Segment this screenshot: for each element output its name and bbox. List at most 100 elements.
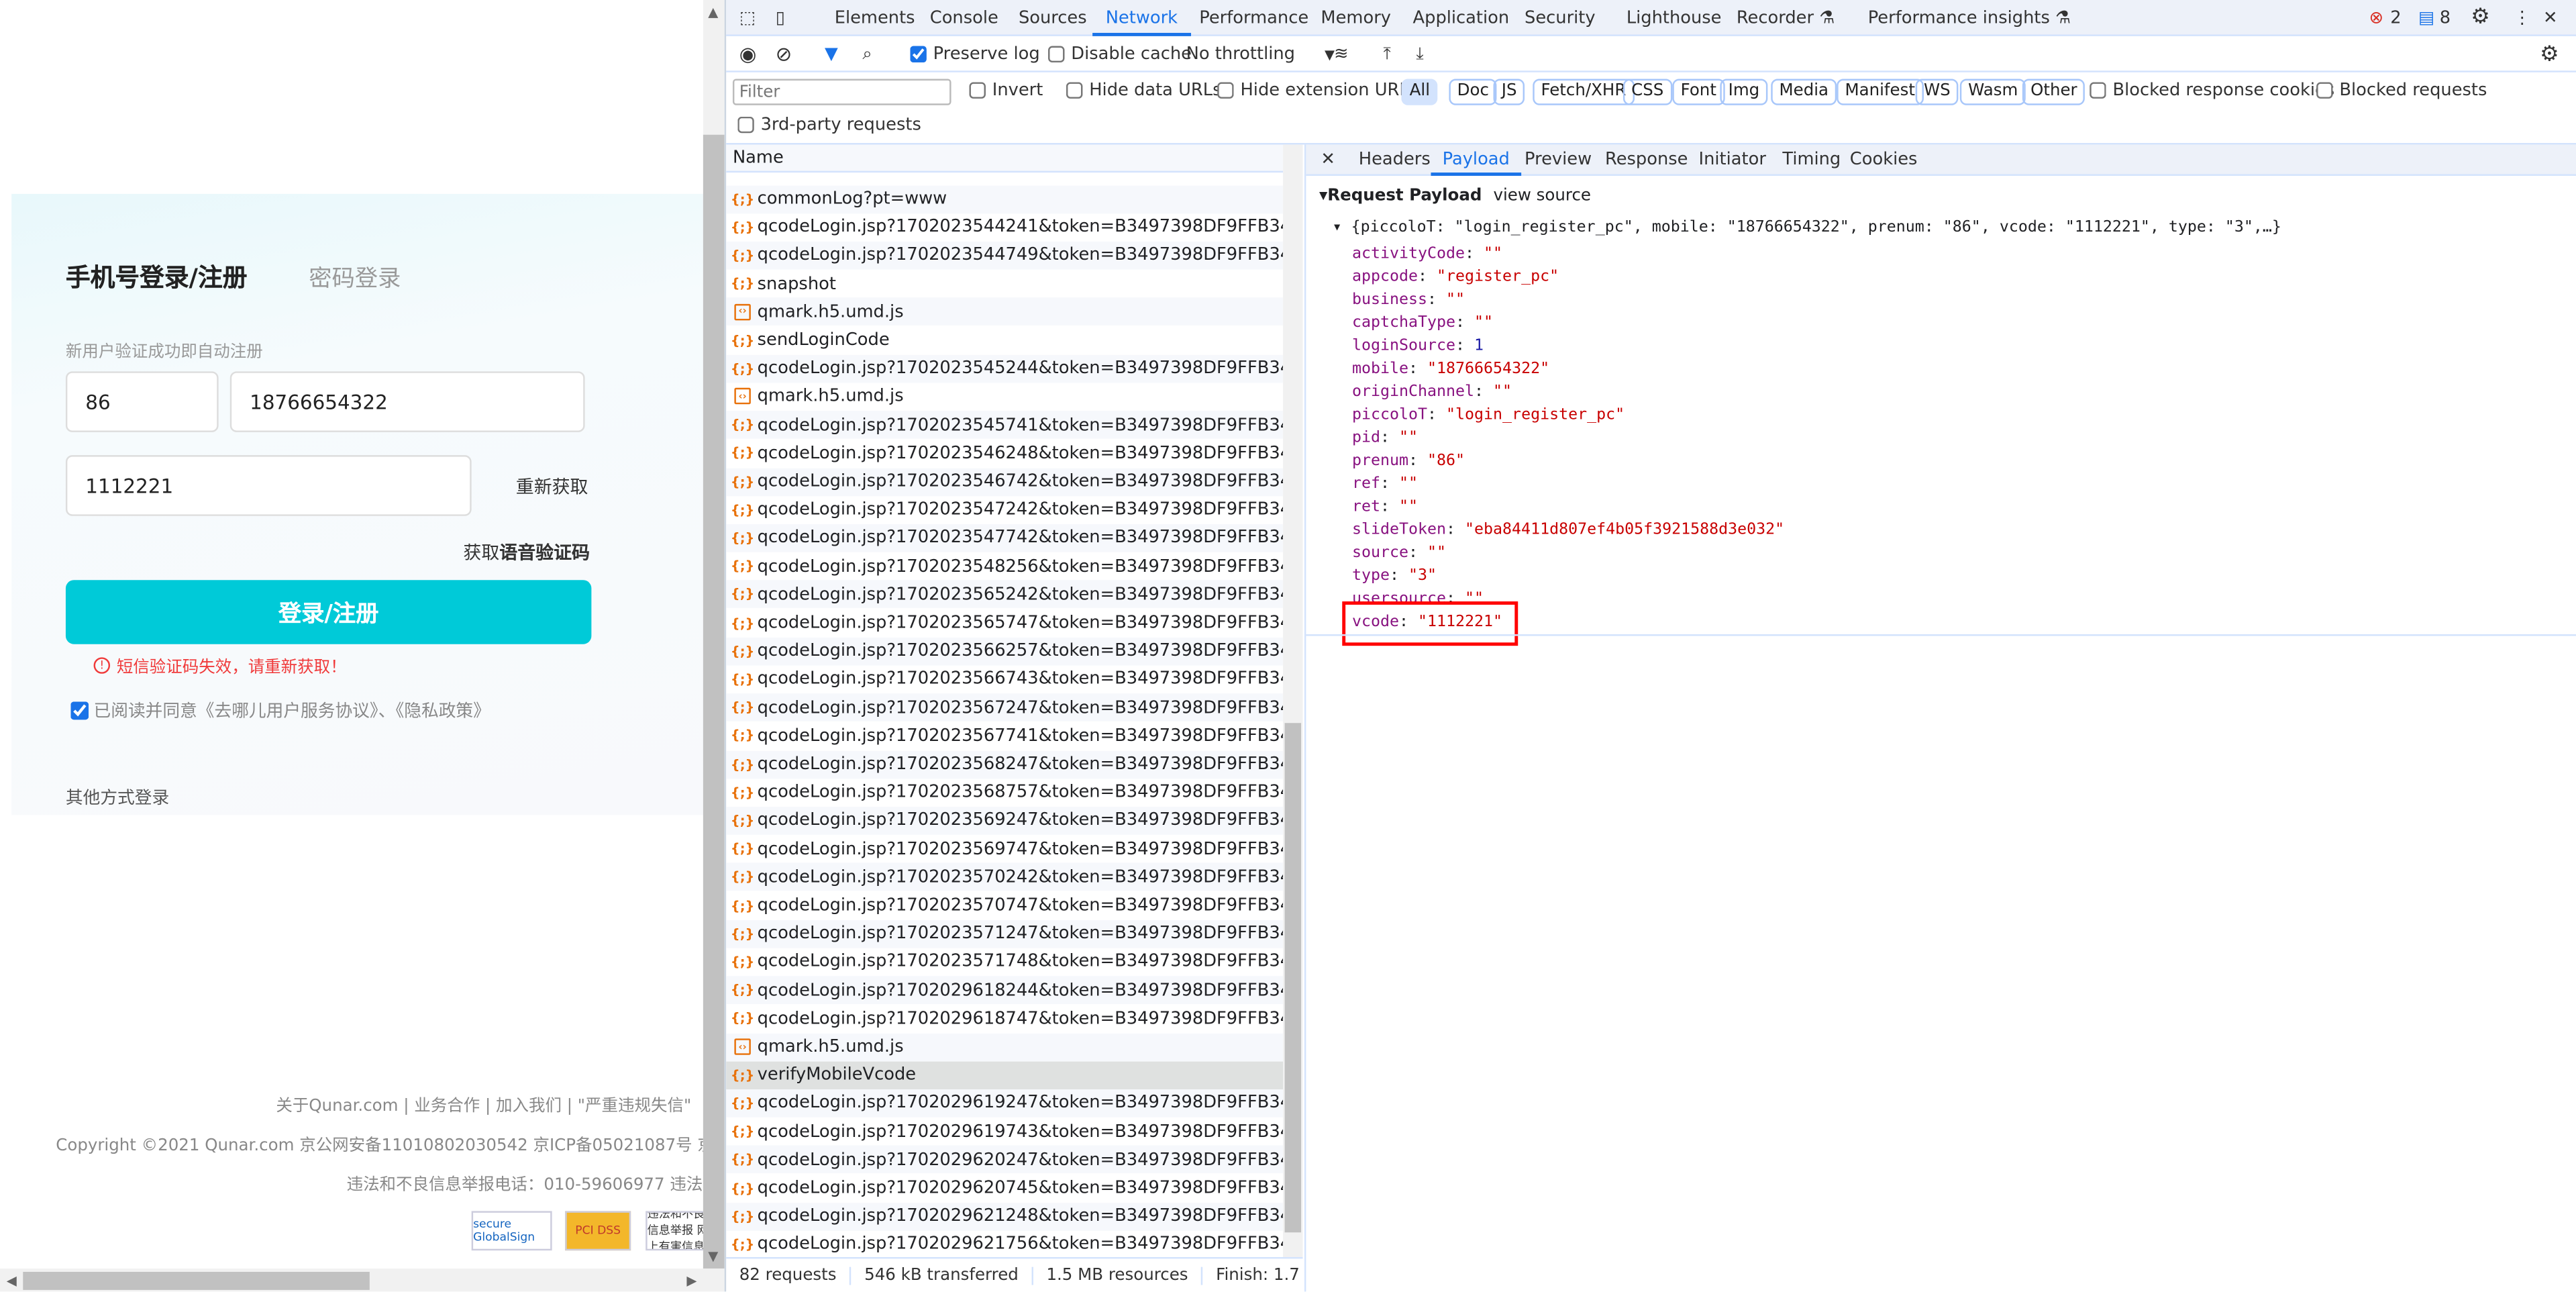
tab-performance-insights[interactable]: Performance insights ⚗ [1868,0,2071,36]
settings-icon[interactable]: ⚙ [2471,0,2490,36]
throttling-select[interactable]: No throttling ▼ [1186,36,1335,72]
request-row[interactable]: {;} qcodeLogin.jsp?1702029618747&token=B3… [726,1005,1283,1033]
request-row[interactable]: {;} qcodeLogin.jsp?1702029621248&token=B3… [726,1202,1284,1231]
payload-field[interactable]: pid: "" [1352,429,1418,447]
agree-terms[interactable]: 已阅读并同意《去哪儿用户服务协议》、《隐私政策》 [70,699,491,724]
payload-field[interactable]: ref: "" [1352,475,1418,493]
device-toggle-icon[interactable]: ▯ [776,0,785,36]
disable-cache-checkbox[interactable] [1048,46,1065,63]
page-scroll-thumb[interactable] [703,134,725,1269]
message-count-icon[interactable]: ▤ [2418,0,2434,36]
filter-input[interactable]: Filter [732,79,951,105]
request-row[interactable]: {;} qcodeLogin.jsp?1702023566743&token=B3… [726,665,1283,693]
request-row[interactable]: {;} qcodeLogin.jsp?1702023546742&token=B3… [726,467,1284,496]
network-settings-icon[interactable]: ⚙ [2540,36,2559,72]
payload-field[interactable]: type: "3" [1352,567,1437,585]
request-row[interactable]: {;} qcodeLogin.jsp?1702029621756&token=B3… [726,1231,1283,1257]
view-source-link[interactable]: view source [1494,187,1591,205]
request-row[interactable]: {;} qcodeLogin.jsp?1702023570242&token=B3… [726,863,1284,892]
detail-tab-response[interactable]: Response [1605,144,1688,176]
detail-tab-payload[interactable]: Payload [1431,144,1522,176]
tab-console[interactable]: Console [930,0,998,36]
request-row[interactable]: {;} qcodeLogin.jsp?1702023565242&token=B3… [726,580,1284,609]
disable-cache-toggle[interactable]: Disable cache [1048,36,1192,72]
error-count-icon[interactable]: ⊗ [2369,0,2383,36]
payload-summary[interactable]: ▾ {piccoloT: "login_register_pc", mobile… [1333,219,2281,237]
hide-data-urls-checkbox[interactable] [1066,82,1083,99]
request-payload-title[interactable]: ▾Request Payload [1319,187,1482,205]
third-party-toggle[interactable]: 3rd-party requests [737,109,921,142]
request-row[interactable]: {;} qcodeLogin.jsp?1702023568247&token=B3… [726,750,1284,779]
type-filter-js[interactable]: JS [1493,79,1525,105]
hide-extension-urls-toggle[interactable]: Hide extension URLs [1217,72,1418,109]
close-detail-icon[interactable]: ✕ [1321,144,1335,176]
inspect-icon[interactable]: ⬚ [739,0,756,36]
request-row[interactable]: {;} qcodeLogin.jsp?1702023546248&token=B3… [726,439,1283,467]
type-filter-other[interactable]: Other [2022,79,2085,105]
payload-field[interactable]: ret: "" [1352,498,1418,516]
payload-field[interactable]: loginSource: 1 [1352,337,1484,355]
pci-dss-badge[interactable]: PCI DSS [565,1211,631,1251]
export-har-icon[interactable]: ⤓ [1416,36,1423,72]
preserve-log-checkbox[interactable] [910,46,927,63]
invert-toggle[interactable]: Invert [969,72,1043,109]
request-row[interactable]: {;} qcodeLogin.jsp?1702023547742&token=B3… [726,524,1284,552]
payload-field[interactable]: captchaType: "" [1352,314,1493,332]
tab-performance[interactable]: Performance [1199,0,1308,36]
filter-icon[interactable]: ▼ [825,36,838,72]
voice-code-link[interactable]: 获取语音验证码 [463,539,590,565]
payload-field[interactable]: originChannel: "" [1352,383,1512,401]
page-hscroll-thumb[interactable] [23,1271,370,1290]
blocked-requests-checkbox[interactable] [2316,82,2333,99]
request-row[interactable]: {;} qcodeLogin.jsp?1702023545741&token=B3… [726,411,1284,440]
scroll-left-icon[interactable]: ◀ [7,1273,17,1288]
type-filter-all[interactable]: All [1401,79,1439,105]
blocked-cookies-checkbox[interactable] [2090,82,2106,99]
type-filter-fetch-xhr[interactable]: Fetch/XHR [1533,79,1635,105]
invert-checkbox[interactable] [969,82,986,99]
request-row[interactable]: {;} qcodeLogin.jsp?1702023568757&token=B3… [726,779,1283,807]
hide-ext-checkbox[interactable] [1217,82,1234,99]
detail-tab-preview[interactable]: Preview [1525,144,1592,176]
vcode-input[interactable]: 1112221 [65,455,472,516]
tab-security[interactable]: Security [1525,0,1596,36]
type-filter-img[interactable]: Img [1720,79,1768,105]
request-row[interactable]: {;} qcodeLogin.jsp?1702023545244&token=B3… [726,354,1284,383]
blocked-cookies-toggle[interactable]: Blocked response cookies [2090,72,2334,109]
request-row[interactable]: {;} verifyMobileVcode [726,1060,1284,1089]
third-party-checkbox[interactable] [737,116,754,134]
type-filter-media[interactable]: Media [1771,79,1837,105]
payload-field[interactable]: piccoloT: "login_register_pc" [1352,406,1625,424]
request-row[interactable]: {;} qcodeLogin.jsp?1702023571748&token=B3… [726,948,1283,976]
type-filter-manifest[interactable]: Manifest [1837,79,1924,105]
request-row[interactable]: {;} qcodeLogin.jsp?1702023569247&token=B3… [726,806,1284,835]
footer-links[interactable]: 关于Qunar.com | 业务合作 | 加入我们 | "严重违规失信" [276,1091,691,1115]
error-count[interactable]: 2 [2390,0,2401,36]
tab-memory[interactable]: Memory [1321,0,1391,36]
blocked-requests-toggle[interactable]: Blocked requests [2316,72,2487,109]
scroll-down-icon[interactable]: ▼ [708,1249,718,1264]
request-row[interactable]: {;} snapshot [726,270,1283,298]
network-conditions-icon[interactable]: ≋ [1334,36,1349,72]
payload-field[interactable]: mobile: "18766654322" [1352,360,1549,378]
type-filter-ws[interactable]: WS [1915,79,1959,105]
hide-data-urls-toggle[interactable]: Hide data URLs [1066,72,1222,109]
request-row[interactable]: {;} qcodeLogin.jsp?1702023547242&token=B3… [726,496,1283,524]
scroll-up-icon[interactable]: ▲ [708,5,718,19]
request-list-scroll-thumb[interactable] [1284,723,1302,1233]
request-row[interactable]: {;} commonLog?pt=www [726,185,1284,213]
request-row[interactable]: {;} qcodeLogin.jsp?1702023567741&token=B3… [726,722,1283,750]
preserve-log-toggle[interactable]: Preserve log [910,36,1040,72]
payload-field[interactable]: appcode: "register_pc" [1352,268,1559,286]
close-devtools-icon[interactable]: ✕ [2543,0,2558,36]
country-code-input[interactable]: 86 [65,371,219,432]
detail-tab-cookies[interactable]: Cookies [1850,144,1918,176]
request-row[interactable]: {;} qcodeLogin.jsp?1702023544749&token=B3… [726,241,1284,270]
payload-field[interactable]: slideToken: "eba84411d807ef4b05f3921588d… [1352,521,1784,539]
payload-field[interactable]: business: "" [1352,291,1465,309]
tab-network[interactable]: Network [1092,0,1191,36]
detail-tab-timing[interactable]: Timing [1782,144,1841,176]
type-filter-wasm[interactable]: Wasm [1959,79,2026,105]
tab-sms-login[interactable]: 手机号登录/注册 [66,260,247,294]
request-row[interactable]: {;} qcodeLogin.jsp?1702029619743&token=B3… [726,1117,1283,1146]
